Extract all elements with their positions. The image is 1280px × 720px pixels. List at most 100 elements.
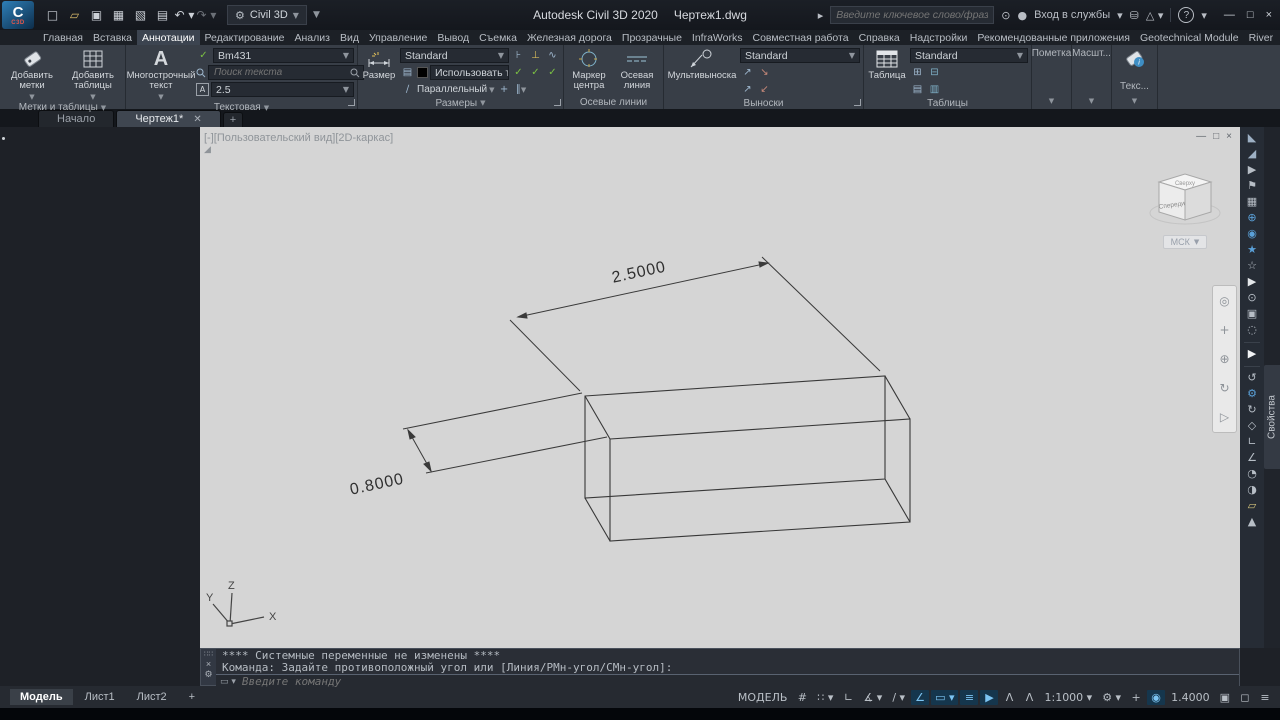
view-cube[interactable]: Сверху Спереди МСК ▼ [1144, 161, 1226, 250]
pan-icon[interactable]: + [1219, 323, 1229, 337]
table-link-icon[interactable]: ⊟ [927, 66, 942, 80]
collect-leaders-icon[interactable]: ↙ [757, 83, 772, 97]
tab-river[interactable]: River [1244, 30, 1279, 45]
grid-display-toggle[interactable]: # [793, 690, 811, 705]
workspace-switching-button[interactable]: ⚙ ▾ [1098, 690, 1125, 705]
model-space-label[interactable]: МОДЕЛЬ [734, 690, 792, 705]
minimize-button[interactable]: — [1224, 9, 1235, 21]
zoom-object-icon[interactable]: ⊙ [1247, 290, 1256, 306]
chevron-down-icon[interactable]: ▼ [1132, 97, 1137, 109]
properties-palette-tab[interactable]: Свойства [1264, 365, 1280, 469]
dim-check2-icon[interactable]: ✓ [528, 66, 543, 80]
viewcube-top-label[interactable]: Сверху [1175, 181, 1195, 187]
mleader-style-combo[interactable]: Standard ▼ [740, 48, 860, 63]
viewport-restore-button[interactable]: □ [1213, 131, 1219, 142]
tab-vid[interactable]: Вид [335, 30, 364, 45]
viewport-minimize-button[interactable]: — [1196, 131, 1206, 142]
dim-layer-combo[interactable]: Использовать текущий▼ [430, 65, 509, 80]
multileader-button[interactable]: Мультивыноска [667, 46, 737, 97]
image-frame-icon[interactable]: ▣ [1247, 306, 1257, 322]
ucs-selector[interactable]: МСК ▼ [1162, 235, 1208, 249]
table-update-icon[interactable]: ▥ [927, 83, 942, 97]
dim-jog-icon[interactable]: ∿ [545, 49, 560, 63]
help-search-input[interactable] [830, 6, 995, 24]
export-button[interactable]: ▧ [130, 8, 151, 22]
tab-infraworks[interactable]: InfraWorks [687, 30, 748, 45]
snap-mode-toggle[interactable]: ∷ ▾ [813, 690, 837, 705]
tab-redaktirovanie[interactable]: Редактирование [200, 30, 290, 45]
undo-button[interactable]: ↶ ▾ [174, 8, 195, 22]
panel-scaling-collapsed[interactable]: Масшт... ▼ [1072, 45, 1112, 109]
isolate-objects-button[interactable]: ▣ [1216, 690, 1234, 705]
sparkle-icon[interactable]: ☆ [1247, 258, 1257, 274]
save-as-button[interactable]: ▦ [108, 8, 129, 22]
text-height-combo[interactable]: 2.5 ▼ [211, 82, 354, 97]
dim-break-icon[interactable]: ⊦ [511, 49, 526, 63]
tab-annotacii[interactable]: Аннотации [137, 30, 200, 45]
model-canvas[interactable]: 2.5000 0.8000 X Z Y [200, 127, 1240, 648]
polar-tracking-toggle[interactable]: ∡ ▾ [859, 690, 886, 705]
wrench-icon[interactable]: ⚙ [204, 670, 212, 680]
tab-sovmestnaya-rabota[interactable]: Совместная работа [748, 30, 854, 45]
dimension-button[interactable]: Размер [361, 46, 397, 97]
tab-vyvod[interactable]: Вывод [432, 30, 474, 45]
annotation-scale-button[interactable]: 1:1000 ▾ [1040, 690, 1096, 705]
tab-vstavka[interactable]: Вставка [88, 30, 137, 45]
continue-dim-icon[interactable]: ∥ ▼ [514, 83, 529, 97]
showmotion-icon[interactable]: ▷ [1220, 410, 1229, 424]
tab-zheleznaya-doroga[interactable]: Железная дорога [522, 30, 617, 45]
clean-screen-button[interactable]: ◻ [1236, 690, 1254, 705]
tab-nadstroyki[interactable]: Надстройки [905, 30, 973, 45]
tab-glavnaya[interactable]: Главная [38, 30, 88, 45]
text-style-combo[interactable]: Bm431 ▼ [213, 48, 354, 63]
tab-analiz[interactable]: Анализ [290, 30, 335, 45]
help-icon[interactable]: ? [1178, 7, 1195, 23]
command-window[interactable]: ∷∷ × ⚙ **** Системные переменные не изме… [200, 648, 1240, 689]
chevron-down-icon[interactable]: ▾ [1117, 9, 1123, 22]
isometric-drafting-toggle[interactable]: / ▾ [888, 690, 909, 705]
flag-icon[interactable]: ⚑ [1247, 178, 1257, 194]
dim-spacing-icon[interactable]: ⊥ [528, 49, 543, 63]
chevron-down-icon[interactable]: ▼ [489, 86, 494, 94]
command-input[interactable] [239, 674, 1235, 689]
search-icon[interactable]: ⊙ [1001, 9, 1010, 22]
pie-tool-icon[interactable]: ◑ [1247, 482, 1257, 498]
arc-tool-icon[interactable]: ◔ [1247, 466, 1257, 482]
slope-tool-icon[interactable]: ▱ [1248, 498, 1256, 514]
angle-tool-icon[interactable]: ∠ [1247, 450, 1257, 466]
table-style-combo[interactable]: Standard ▼ [910, 48, 1028, 63]
panel-title[interactable]: Размеры ▼ [361, 97, 560, 109]
parcel-grid-icon[interactable]: ▦ [1247, 194, 1257, 210]
layout-add-button[interactable]: + [179, 689, 205, 705]
table-button[interactable]: Таблица [867, 46, 907, 97]
tab-prozrachnye[interactable]: Прозрачные [617, 30, 687, 45]
tab-upravlenie[interactable]: Управление [364, 30, 432, 45]
object-snap-tracking-toggle[interactable]: ∠ [911, 689, 930, 705]
drawing-viewport[interactable]: [-][Пользовательский вид][2D-каркас] ◢ —… [200, 127, 1240, 648]
tab-rekomendovannye[interactable]: Рекомендованные приложения [972, 30, 1135, 45]
layout-tab-list1[interactable]: Лист1 [75, 689, 125, 705]
layout-tab-model[interactable]: Модель [10, 689, 73, 705]
panel-markup-collapsed[interactable]: Пометка ▼ [1032, 45, 1072, 109]
orbit-icon[interactable]: ↻ [1219, 381, 1229, 395]
centerline-button[interactable]: Осевая линия [614, 46, 660, 96]
add-leader-icon[interactable]: ↗ [740, 66, 755, 80]
workspace-selector[interactable]: ⚙ Civil 3D ▼ [227, 5, 307, 25]
elevation-readout[interactable]: 1.4000 [1167, 690, 1214, 705]
panel-title[interactable]: Метки и таблицы ▼ [3, 102, 122, 113]
view-redo-icon[interactable]: ↻ [1247, 402, 1256, 418]
add-labels-button[interactable]: Добавить метки ▼ [3, 46, 61, 102]
qat-overflow-button[interactable]: ▼ [313, 10, 320, 20]
plot-button[interactable]: ▤ [152, 8, 173, 22]
panel-title[interactable]: Текстовая ▼ [129, 102, 354, 113]
new-file-button[interactable]: □ [42, 8, 63, 22]
align-leaders-icon[interactable]: ↗ [740, 83, 755, 97]
panel-launcher-icon[interactable] [554, 99, 561, 106]
select-cursor-icon[interactable]: ▶ [1248, 346, 1256, 362]
annotation-monitor-toggle[interactable]: + [1127, 690, 1145, 705]
panel-launcher-icon[interactable] [348, 99, 355, 106]
selection-cycling-toggle[interactable]: ▶ [980, 689, 999, 705]
viewport-close-button[interactable]: × [1226, 131, 1232, 142]
dim-style-combo[interactable]: Standard ▼ [400, 48, 509, 63]
new-drawing-tab-button[interactable]: + [222, 112, 244, 127]
